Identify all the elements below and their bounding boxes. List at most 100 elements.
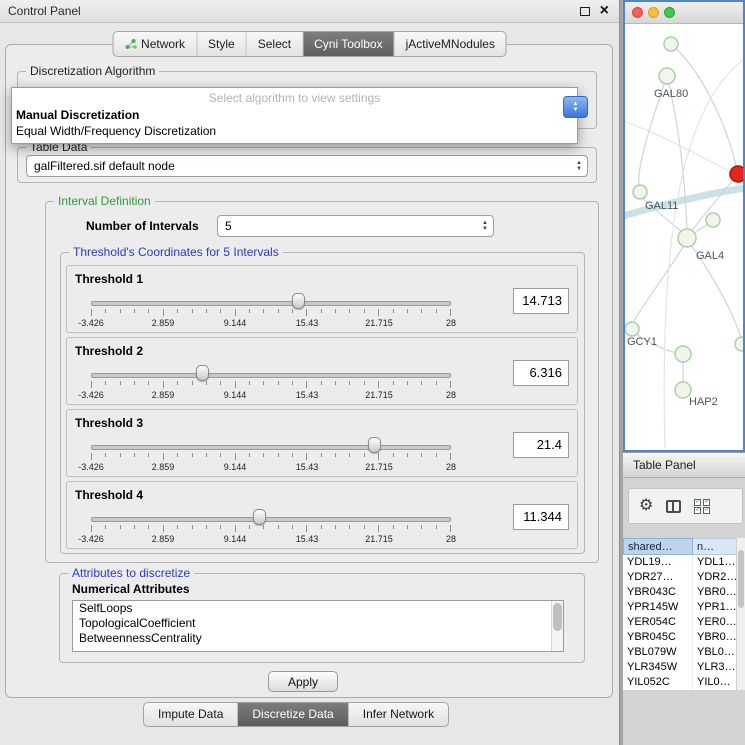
tick-label: -3.426 xyxy=(78,390,104,400)
threshold-1-value-field[interactable]: 14.713 xyxy=(513,288,569,314)
close-traffic-light-icon[interactable] xyxy=(632,7,643,18)
tick-mark xyxy=(436,309,437,313)
selected-network-node[interactable] xyxy=(730,166,743,182)
gear-icon[interactable]: ⚙ xyxy=(639,498,653,514)
table-scrollbar[interactable] xyxy=(736,538,745,690)
table-cell: YBR045C xyxy=(623,630,693,645)
tick-mark xyxy=(105,309,106,313)
table-cell: YBR043C xyxy=(623,585,693,600)
table-panel-titlebar[interactable]: Table Panel xyxy=(623,452,745,478)
num-intervals-combo[interactable]: 5 ▲▼ xyxy=(217,215,494,237)
attribute-list-item[interactable]: TopologicalCoefficient xyxy=(73,616,563,631)
dropdown-option-equal-width-frequency[interactable]: Equal Width/Frequency Discretization xyxy=(12,123,577,139)
network-node[interactable] xyxy=(633,185,647,199)
table-data-group: Table Data galFiltered.sif default node … xyxy=(17,147,597,183)
tick-mark xyxy=(378,453,379,460)
minimize-traffic-light-icon[interactable] xyxy=(648,7,659,18)
table-row[interactable]: YBR045CYBR0… xyxy=(623,630,745,645)
network-node[interactable] xyxy=(706,213,720,227)
table-row[interactable]: YER054CYER0… xyxy=(623,615,745,630)
network-node[interactable] xyxy=(675,346,691,362)
tab-network[interactable]: Network xyxy=(113,32,197,56)
list-scrollbar[interactable] xyxy=(551,601,563,651)
table-row[interactable]: YIL052CYIL0… xyxy=(623,675,745,690)
threshold-3-slider[interactable]: -3.4262.8599.14415.4321.71528 xyxy=(91,432,451,476)
tab-impute-data[interactable]: Impute Data xyxy=(144,703,238,726)
slider-track[interactable] xyxy=(91,301,451,306)
algorithm-combo-button[interactable]: ▲ ▼ xyxy=(563,96,588,118)
table-cell: YPR145W xyxy=(623,600,693,615)
column-header-shared-name[interactable]: shared… xyxy=(623,538,693,555)
tab-infer-network[interactable]: Infer Network xyxy=(349,703,448,726)
tick-mark xyxy=(349,309,350,313)
slider-track[interactable] xyxy=(91,373,451,378)
tick-mark xyxy=(364,309,365,313)
apply-button[interactable]: Apply xyxy=(268,671,338,692)
table-row[interactable]: YDL19…YDL1… xyxy=(623,555,745,570)
tick-mark xyxy=(206,525,207,529)
network-canvas[interactable]: GAL80GAL11GAL4GCY1HAP2 xyxy=(625,24,743,450)
control-panel-titlebar[interactable]: Control Panel × xyxy=(0,0,619,23)
numerical-attributes-list[interactable]: SelfLoopsTopologicalCoefficientBetweenne… xyxy=(72,600,564,652)
table-row[interactable]: YLR345WYLR3… xyxy=(623,660,745,675)
table-cell: YIL052C xyxy=(623,675,693,690)
slider-thumb[interactable] xyxy=(368,437,381,453)
column-checkbox-icons[interactable]: ✓ ✓ ✓ ✓ xyxy=(694,499,711,514)
interval-definition-group: Interval Definition Number of Intervals … xyxy=(45,201,599,563)
threshold-4-slider[interactable]: -3.4262.8599.14415.4321.71528 xyxy=(91,504,451,548)
tab-style[interactable]: Style xyxy=(197,32,247,56)
threshold-4-box: Threshold 4 -3.4262.8599.14415.4321.7152… xyxy=(66,481,578,549)
network-node[interactable] xyxy=(659,68,675,84)
zoom-traffic-light-icon[interactable] xyxy=(664,7,675,18)
threshold-2-slider[interactable]: -3.4262.8599.14415.4321.71528 xyxy=(91,360,451,404)
tick-mark xyxy=(192,381,193,385)
top-tab-strip: Network Style Select Cyni Toolbox jActiv… xyxy=(112,31,507,57)
table-row[interactable]: YBR043CYBR0… xyxy=(623,585,745,600)
columns-icon[interactable] xyxy=(666,500,681,513)
slider-thumb[interactable] xyxy=(196,365,209,381)
tick-mark xyxy=(393,381,394,385)
tick-mark xyxy=(407,381,408,385)
threshold-4-value-field[interactable]: 11.344 xyxy=(513,504,569,530)
tick-mark xyxy=(321,525,322,529)
tick-mark xyxy=(148,453,149,457)
slider-thumb[interactable] xyxy=(253,509,266,525)
threshold-3-value-field[interactable]: 21.4 xyxy=(513,432,569,458)
tick-mark xyxy=(220,453,221,457)
tick-mark xyxy=(220,525,221,529)
table-row[interactable]: YDR27…YDR2… xyxy=(623,570,745,585)
threshold-1-slider[interactable]: -3.4262.8599.14415.4321.71528 xyxy=(91,288,451,332)
checkbox-icon[interactable]: ✓ xyxy=(703,499,710,506)
float-window-icon[interactable] xyxy=(580,7,590,16)
table-data-combo[interactable]: galFiltered.sif default node ▲▼ xyxy=(26,155,588,177)
attribute-list-item[interactable]: BetweennessCentrality xyxy=(73,631,563,646)
network-node[interactable] xyxy=(664,37,678,51)
slider-track[interactable] xyxy=(91,445,451,450)
slider-thumb[interactable] xyxy=(292,293,305,309)
checkbox-icon[interactable]: ✓ xyxy=(694,499,701,506)
tab-select[interactable]: Select xyxy=(247,32,303,56)
list-items: SelfLoopsTopologicalCoefficientBetweenne… xyxy=(73,601,563,646)
network-node[interactable] xyxy=(678,229,696,247)
network-node[interactable] xyxy=(735,337,743,351)
list-scrollbar-thumb[interactable] xyxy=(553,603,562,631)
tick-label: 28 xyxy=(446,318,456,328)
slider-track[interactable] xyxy=(91,517,451,522)
threshold-2-value-field[interactable]: 6.316 xyxy=(513,360,569,386)
network-view-window: GAL80GAL11GAL4GCY1HAP2 xyxy=(623,0,745,452)
tab-jactivemnodules[interactable]: jActiveMNodules xyxy=(395,32,506,56)
tick-mark xyxy=(436,525,437,529)
table-scrollbar-thumb[interactable] xyxy=(738,550,744,608)
attribute-list-item[interactable]: SelfLoops xyxy=(73,601,563,616)
network-window-titlebar[interactable] xyxy=(625,2,743,24)
checkbox-icon[interactable]: ✓ xyxy=(694,507,701,514)
tab-cyni-toolbox[interactable]: Cyni Toolbox xyxy=(303,32,394,56)
network-node[interactable] xyxy=(625,322,639,336)
tab-discretize-data[interactable]: Discretize Data xyxy=(238,703,348,726)
table-row[interactable]: YBL079WYBL0… xyxy=(623,645,745,660)
table-row[interactable]: YPR145WYPR1… xyxy=(623,600,745,615)
checkbox-icon[interactable]: ✓ xyxy=(703,507,710,514)
tick-label: 15.43 xyxy=(296,318,319,328)
dropdown-option-manual-discretization[interactable]: Manual Discretization xyxy=(12,107,577,123)
close-icon[interactable]: × xyxy=(600,1,609,21)
